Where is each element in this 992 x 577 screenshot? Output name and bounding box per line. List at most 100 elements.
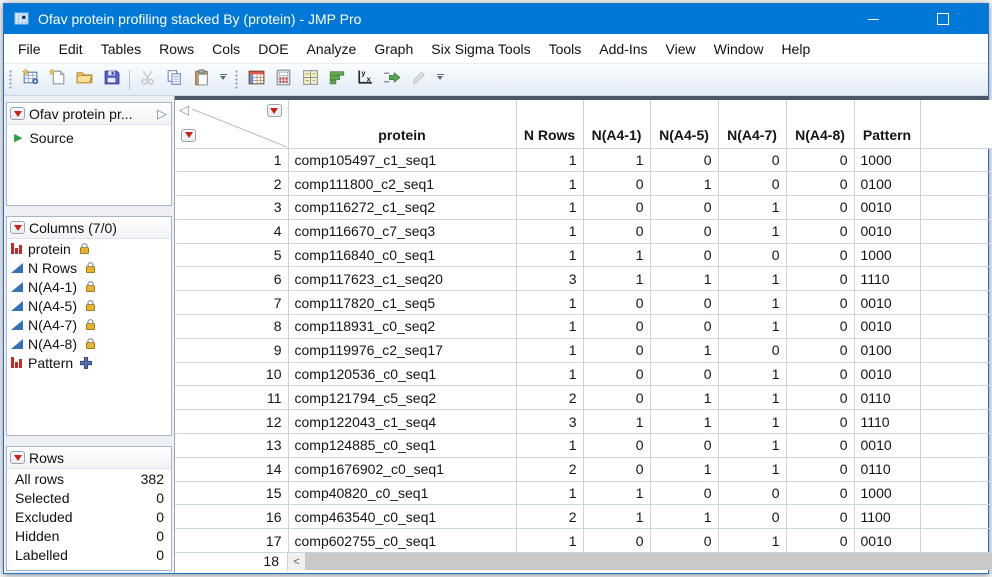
tabulate-button[interactable] bbox=[270, 67, 297, 93]
pattern-cell[interactable]: 1110 bbox=[854, 267, 920, 291]
columns-menu-button[interactable] bbox=[267, 104, 282, 117]
n-a4-7-cell[interactable]: 1 bbox=[718, 196, 786, 220]
n-a4-8-cell[interactable]: 0 bbox=[786, 457, 854, 481]
n-a4-8-cell[interactable]: 0 bbox=[786, 481, 854, 505]
menu-item-window[interactable]: Window bbox=[705, 35, 773, 63]
pattern-cell[interactable]: 0010 bbox=[854, 434, 920, 458]
n-a4-5-cell[interactable]: 1 bbox=[650, 505, 718, 529]
paste-button[interactable] bbox=[188, 67, 215, 93]
pattern-cell[interactable]: 0010 bbox=[854, 362, 920, 386]
protein-cell[interactable]: comp40820_c0_seq1 bbox=[288, 481, 516, 505]
n-a4-5-cell[interactable]: 1 bbox=[650, 457, 718, 481]
n-a4-7-cell[interactable]: 0 bbox=[718, 148, 786, 172]
open-button[interactable] bbox=[71, 67, 98, 93]
n-a4-1-cell[interactable]: 0 bbox=[583, 457, 650, 481]
collapse-panels-icon[interactable]: ◁ bbox=[179, 103, 189, 116]
n-a4-1-cell[interactable]: 0 bbox=[583, 172, 650, 196]
split-view-button[interactable] bbox=[297, 67, 324, 93]
menu-item-graph[interactable]: Graph bbox=[365, 35, 422, 63]
scroll-left-button[interactable]: < bbox=[288, 553, 305, 570]
row-number-cell[interactable]: 15 bbox=[175, 481, 288, 505]
column-item-pattern[interactable]: Pattern bbox=[7, 353, 171, 372]
menu-item-view[interactable]: View bbox=[657, 35, 705, 63]
menu-item-rows[interactable]: Rows bbox=[150, 35, 203, 63]
n-a4-7-cell[interactable]: 0 bbox=[718, 243, 786, 267]
menu-item-tables[interactable]: Tables bbox=[92, 35, 150, 63]
menu-item-doe[interactable]: DOE bbox=[249, 35, 297, 63]
n-a4-5-cell[interactable]: 0 bbox=[650, 196, 718, 220]
n-a4-5-cell[interactable]: 1 bbox=[650, 267, 718, 291]
n-a4-7-cell[interactable]: 1 bbox=[718, 410, 786, 434]
n-rows-cell[interactable]: 3 bbox=[516, 410, 583, 434]
n-rows-cell[interactable]: 1 bbox=[516, 362, 583, 386]
protein-cell[interactable]: comp122043_c1_seq4 bbox=[288, 410, 516, 434]
n-rows-cell[interactable]: 1 bbox=[516, 529, 583, 553]
menu-item-edit[interactable]: Edit bbox=[50, 35, 92, 63]
n-rows-cell[interactable]: 1 bbox=[516, 338, 583, 362]
expand-panel-arrow-icon[interactable]: ▷ bbox=[157, 107, 167, 120]
n-rows-cell[interactable]: 1 bbox=[516, 148, 583, 172]
column-header-n-rows[interactable]: N Rows bbox=[516, 100, 583, 148]
pattern-cell[interactable]: 1100 bbox=[854, 505, 920, 529]
maximize-button[interactable] bbox=[920, 4, 966, 34]
n-a4-7-cell[interactable]: 1 bbox=[718, 315, 786, 339]
n-a4-8-cell[interactable]: 0 bbox=[786, 410, 854, 434]
row-number-cell[interactable]: 13 bbox=[175, 434, 288, 458]
n-a4-5-cell[interactable]: 0 bbox=[650, 529, 718, 553]
menu-item-add-ins[interactable]: Add-Ins bbox=[590, 35, 656, 63]
n-a4-1-cell[interactable]: 0 bbox=[583, 529, 650, 553]
row-number-cell[interactable]: 11 bbox=[175, 386, 288, 410]
pattern-cell[interactable]: 0010 bbox=[854, 529, 920, 553]
n-a4-1-cell[interactable]: 1 bbox=[583, 481, 650, 505]
column-item-n-a4-7[interactable]: N(A4-7) bbox=[7, 315, 171, 334]
row-number-cell[interactable]: 2 bbox=[175, 172, 288, 196]
row-number-cell[interactable]: 4 bbox=[175, 219, 288, 243]
n-a4-8-cell[interactable]: 0 bbox=[786, 434, 854, 458]
n-a4-7-cell[interactable]: 0 bbox=[718, 338, 786, 362]
n-a4-1-cell[interactable]: 0 bbox=[583, 315, 650, 339]
n-a4-1-cell[interactable]: 1 bbox=[583, 243, 650, 267]
pattern-cell[interactable]: 1000 bbox=[854, 481, 920, 505]
graph-builder-button[interactable] bbox=[324, 67, 351, 93]
new-data-table-button[interactable] bbox=[17, 67, 44, 93]
row-number-cell[interactable]: 7 bbox=[175, 291, 288, 315]
pattern-cell[interactable]: 1000 bbox=[854, 243, 920, 267]
toolbar-overflow-button[interactable] bbox=[434, 74, 446, 92]
save-button[interactable] bbox=[98, 67, 125, 93]
protein-cell[interactable]: comp1676902_c0_seq1 bbox=[288, 457, 516, 481]
n-a4-5-cell[interactable]: 1 bbox=[650, 410, 718, 434]
protein-cell[interactable]: comp120536_c0_seq1 bbox=[288, 362, 516, 386]
n-a4-5-cell[interactable]: 0 bbox=[650, 481, 718, 505]
protein-cell[interactable]: comp119976_c2_seq17 bbox=[288, 338, 516, 362]
row-number-cell[interactable]: 10 bbox=[175, 362, 288, 386]
n-rows-cell[interactable]: 1 bbox=[516, 172, 583, 196]
n-a4-1-cell[interactable]: 0 bbox=[583, 434, 650, 458]
n-a4-5-cell[interactable]: 0 bbox=[650, 219, 718, 243]
column-header-pattern[interactable]: Pattern bbox=[854, 100, 920, 148]
pattern-cell[interactable]: 0110 bbox=[854, 457, 920, 481]
n-a4-8-cell[interactable]: 0 bbox=[786, 148, 854, 172]
table-menu-button[interactable] bbox=[10, 107, 25, 120]
n-a4-8-cell[interactable]: 0 bbox=[786, 219, 854, 243]
row-number-cell[interactable]: 1 bbox=[175, 148, 288, 172]
menu-item-analyze[interactable]: Analyze bbox=[298, 35, 366, 63]
menu-item-cols[interactable]: Cols bbox=[203, 35, 249, 63]
n-a4-1-cell[interactable]: 0 bbox=[583, 196, 650, 220]
protein-cell[interactable]: comp111800_c2_seq1 bbox=[288, 172, 516, 196]
menu-item-six-sigma-tools[interactable]: Six Sigma Tools bbox=[422, 35, 539, 63]
column-item-n-a4-1[interactable]: N(A4-1) bbox=[7, 277, 171, 296]
n-a4-7-cell[interactable]: 1 bbox=[718, 267, 786, 291]
n-a4-8-cell[interactable]: 0 bbox=[786, 362, 854, 386]
row-number-cell[interactable]: 5 bbox=[175, 243, 288, 267]
n-rows-cell[interactable]: 1 bbox=[516, 219, 583, 243]
toolbar-grip-handle[interactable] bbox=[9, 70, 13, 90]
n-a4-8-cell[interactable]: 0 bbox=[786, 529, 854, 553]
n-a4-8-cell[interactable]: 0 bbox=[786, 243, 854, 267]
n-rows-cell[interactable]: 1 bbox=[516, 243, 583, 267]
n-a4-5-cell[interactable]: 0 bbox=[650, 434, 718, 458]
n-rows-cell[interactable]: 1 bbox=[516, 481, 583, 505]
protein-cell[interactable]: comp105497_c1_seq1 bbox=[288, 148, 516, 172]
protein-cell[interactable]: comp463540_c0_seq1 bbox=[288, 505, 516, 529]
column-item-n-rows[interactable]: N Rows bbox=[7, 258, 171, 277]
n-a4-8-cell[interactable]: 0 bbox=[786, 291, 854, 315]
